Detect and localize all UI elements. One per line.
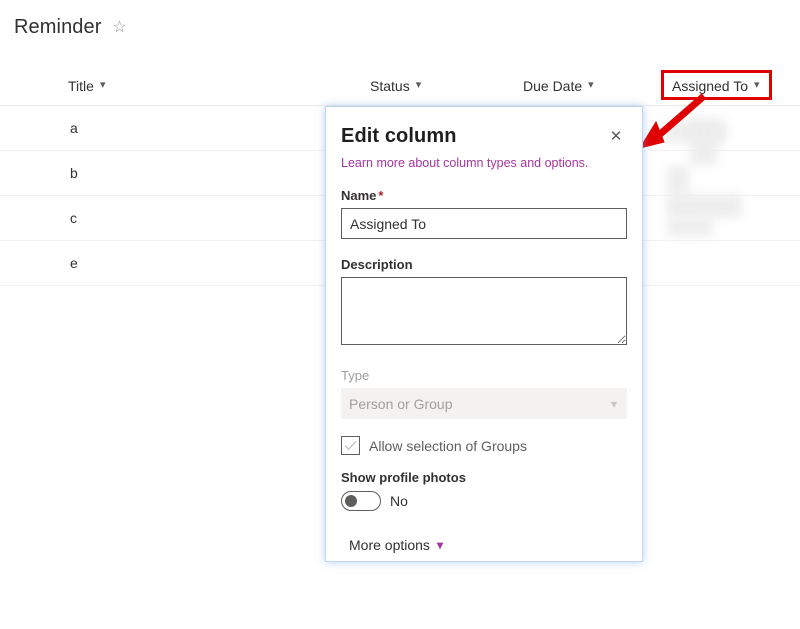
chevron-down-icon: ▾ [415,79,422,91]
page-header: Reminder ☆ [14,16,128,39]
allow-groups-label: Allow selection of Groups [369,437,527,454]
allow-groups-checkbox-row[interactable]: Allow selection of Groups [341,436,627,455]
redacted-value [667,166,689,196]
checkmark-icon [344,440,357,451]
type-select-value: Person or Group [349,395,453,412]
name-input[interactable] [341,208,627,239]
type-field-label: Type [341,368,370,383]
description-field-group: Description [341,257,627,350]
close-icon[interactable]: ✕ [605,125,627,147]
redacted-value [666,194,742,218]
more-options-button[interactable]: More options ▾ [349,537,443,553]
edit-column-dialog: Edit column ✕ Learn more about column ty… [325,106,643,562]
required-marker: * [378,188,384,203]
description-textarea[interactable] [341,277,627,345]
chevron-down-icon: ▾ [99,79,106,91]
cell-title: a [70,120,78,136]
show-profile-photos-row: No [341,491,627,511]
column-header-title[interactable]: Title ▾ [68,78,105,94]
list-header-row: Title ▾ Status ▾ Due Date ▾ Assigned To … [0,66,800,106]
app-root: Reminder ☆ Title ▾ Status ▾ Due Date ▾ A… [0,0,800,629]
column-header-status-label: Status [370,77,410,94]
chevron-down-icon: ▾ [436,538,443,552]
dialog-header: Edit column ✕ [341,125,627,148]
show-profile-photos-label: Show profile photos [341,470,466,485]
column-header-assigned-to-label: Assigned To [672,77,749,94]
learn-more-link[interactable]: Learn more about column types and option… [341,156,627,170]
page-title: Reminder [14,16,102,38]
cell-title: b [70,165,78,181]
show-profile-photos-group: Show profile photos No [341,470,627,511]
dialog-title: Edit column [341,125,457,147]
allow-groups-checkbox[interactable] [341,436,360,455]
type-select: Person or Group ▾ [341,388,627,419]
redacted-value [667,218,713,236]
column-header-assigned-to[interactable]: Assigned To ▾ [672,78,760,94]
column-header-status[interactable]: Status ▾ [370,78,421,94]
redacted-value [690,120,718,165]
chevron-down-icon: ▾ [588,79,594,91]
type-field-group: Type Person or Group ▾ [341,368,627,419]
column-header-due-date-label: Due Date [523,77,583,94]
star-outline-icon[interactable]: ☆ [112,19,128,36]
chevron-down-icon: ▾ [754,79,760,91]
show-profile-photos-toggle[interactable] [341,491,381,511]
more-options-label: More options [349,537,430,553]
cell-title: c [70,210,77,226]
description-field-label: Description [341,257,413,272]
toggle-knob [345,495,357,507]
show-profile-photos-value: No [390,493,408,509]
name-field-group: Name * [341,188,627,239]
column-header-due-date[interactable]: Due Date ▾ [523,78,594,94]
name-field-label: Name * [341,188,384,203]
chevron-down-icon: ▾ [610,396,617,411]
cell-title: e [70,255,78,271]
column-header-title-label: Title [68,77,94,94]
